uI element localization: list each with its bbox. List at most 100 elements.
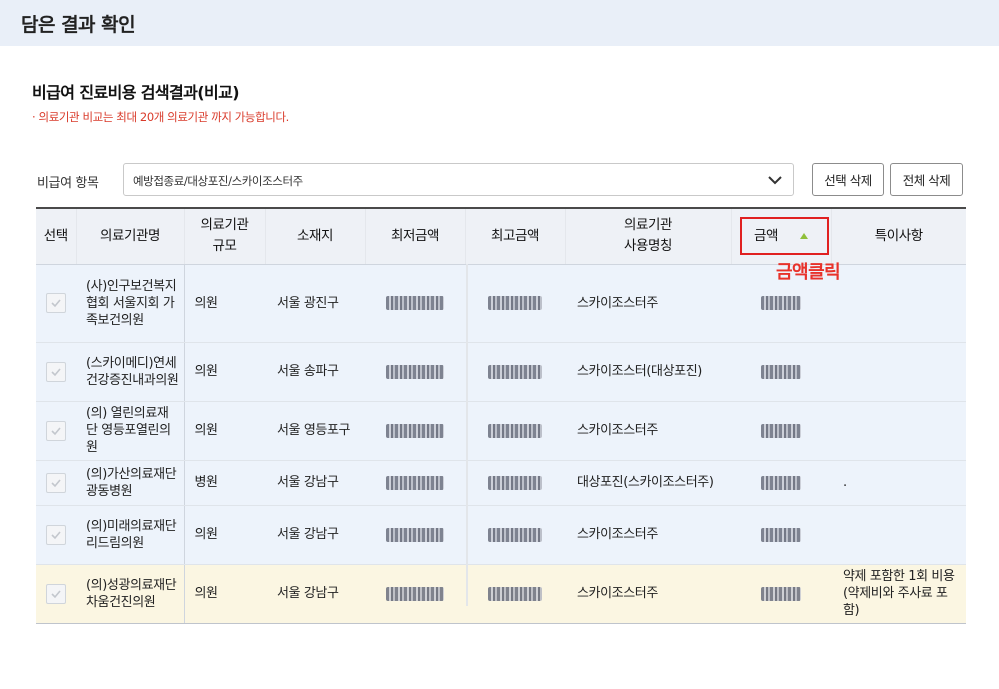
col-remarks: 특이사항 [831, 207, 966, 265]
row-checkbox[interactable] [46, 583, 66, 604]
min-price-redacted [386, 475, 444, 490]
institution-location: 서울 강남구 [265, 505, 365, 565]
max-price-redacted [488, 296, 542, 310]
max-price-cell [465, 564, 565, 624]
col-select: 선택 [36, 207, 77, 265]
row-checkbox[interactable] [46, 420, 66, 441]
institution-location: 서울 광진구 [265, 264, 365, 343]
max-price-redacted [488, 586, 542, 601]
institution-name: (스카이메디)연세건강증진내과의원 [76, 342, 185, 402]
section-title: 비급여 진료비용 검색결과(비교) [32, 83, 240, 102]
table-row: (의)성광의료재단차움건진의원 의원 서울 강남구 스카이조스터주 약제 포함한 1회 … [36, 564, 966, 624]
min-price-redacted [386, 527, 444, 542]
institution-location: 서울 영등포구 [265, 401, 365, 461]
table-row: (의)미래의료재단리드림의원 의원 서울 강남구 스카이조스터주 [36, 505, 966, 565]
institution-name: (의)가산의료재단 광동병원 [76, 460, 185, 506]
col-location: 소재지 [265, 207, 366, 265]
page-header: 담은 결과 확인 [0, 0, 999, 46]
col-max-price: 최고금액 [465, 207, 566, 265]
usage-name: 스카이조스터주 [565, 401, 731, 461]
institution-name: (의) 열린의료재단 영등포열린의원 [76, 401, 185, 461]
col-scale: 의료기관 규모 [184, 207, 266, 265]
page-title: 담은 결과 확인 [21, 14, 136, 36]
chevron-down-icon [768, 176, 782, 185]
col-amount-sort[interactable]: 금액 [731, 207, 832, 265]
institution-name: (의)미래의료재단리드림의원 [76, 505, 185, 565]
max-price-redacted [488, 364, 542, 379]
row-checkbox[interactable] [46, 293, 66, 313]
usage-name: 대상포진(스카이조스터주) [565, 460, 731, 506]
amount-cell [731, 505, 831, 565]
check-icon [51, 299, 61, 308]
institution-name: (사)인구보건복지협회 서울지회 가족보건의원 [76, 264, 185, 343]
institution-scale: 의원 [184, 264, 265, 343]
column-divider [466, 264, 468, 606]
col-scale-label: 의료기관 규모 [200, 217, 249, 255]
min-price-redacted [386, 296, 444, 310]
max-price-redacted [488, 527, 542, 542]
row-select-cell [36, 264, 76, 343]
usage-name: 스카이조스터(대상포진) [565, 342, 731, 402]
remarks: 약제 포함한 1회 비용(약제비와 주사료 포함) [831, 564, 966, 624]
amount-redacted [761, 475, 801, 490]
institution-name: (의)성광의료재단차움건진의원 [76, 564, 185, 624]
check-icon [51, 478, 61, 487]
min-price-redacted [386, 586, 444, 601]
institution-scale: 의원 [184, 401, 265, 461]
delete-selected-button[interactable]: 선택 삭제 [812, 163, 884, 196]
col-usage-name-label: 의료기관 사용명칭 [623, 217, 673, 255]
amount-redacted [761, 296, 801, 310]
row-select-cell [36, 564, 76, 624]
delete-all-button[interactable]: 전체 삭제 [890, 163, 963, 196]
col-min-price: 최저금액 [365, 207, 466, 265]
item-select[interactable]: 예방접종료/대상포진/스카이조스터주 [123, 163, 794, 196]
institution-scale: 의원 [184, 564, 265, 624]
amount-redacted [761, 586, 801, 601]
min-price-cell [365, 460, 465, 506]
row-checkbox[interactable] [46, 472, 66, 493]
amount-redacted [761, 423, 801, 438]
row-select-cell [36, 460, 76, 506]
amount-redacted [761, 364, 801, 379]
min-price-cell [365, 505, 465, 565]
table-row: (의) 열린의료재단 영등포열린의원 의원 서울 영등포구 스카이조스터주 [36, 401, 966, 461]
row-select-cell [36, 401, 76, 461]
check-icon [51, 530, 61, 539]
max-price-cell [465, 342, 565, 402]
max-price-cell [465, 264, 565, 343]
max-price-cell [465, 401, 565, 461]
usage-name: 스카이조스터주 [565, 564, 731, 624]
max-price-redacted [488, 423, 542, 438]
compare-limit-note: · 의료기관 비교는 최대 20개 의료기관 까지 가능합니다. [32, 110, 289, 124]
filter-label: 비급여 항목 [37, 176, 99, 191]
remarks [831, 342, 966, 402]
min-price-redacted [386, 364, 444, 379]
row-checkbox[interactable] [46, 524, 66, 545]
min-price-cell [365, 401, 465, 461]
table-row: (의)가산의료재단 광동병원 병원 서울 강남구 대상포진(스카이조스터주). [36, 460, 966, 506]
remarks [831, 505, 966, 565]
item-select-value: 예방접종료/대상포진/스카이조스터주 [133, 174, 303, 188]
row-checkbox[interactable] [46, 361, 66, 382]
institution-location: 서울 강남구 [265, 564, 365, 624]
amount-cell [731, 564, 831, 624]
check-icon [51, 367, 61, 376]
amount-cell [731, 342, 831, 402]
remarks: . [831, 460, 966, 506]
amount-cell [731, 401, 831, 461]
max-price-redacted [488, 475, 542, 490]
institution-location: 서울 강남구 [265, 460, 365, 506]
institution-scale: 의원 [184, 342, 265, 402]
check-icon [51, 589, 61, 598]
remarks [831, 264, 966, 343]
min-price-cell [365, 342, 465, 402]
max-price-cell [465, 460, 565, 506]
institution-location: 서울 송파구 [265, 342, 365, 402]
col-institution: 의료기관명 [76, 207, 185, 265]
amount-cell [731, 460, 831, 506]
min-price-redacted [386, 423, 444, 438]
row-select-cell [36, 505, 76, 565]
table-row: (스카이메디)연세건강증진내과의원 의원 서울 송파구 스카이조스터(대상포진) [36, 342, 966, 402]
amount-sort-highlight [739, 217, 829, 255]
table-header-row: 선택 의료기관명 의료기관 규모 소재지 최저금액 최고금액 의료기관 사용명칭… [36, 207, 966, 265]
